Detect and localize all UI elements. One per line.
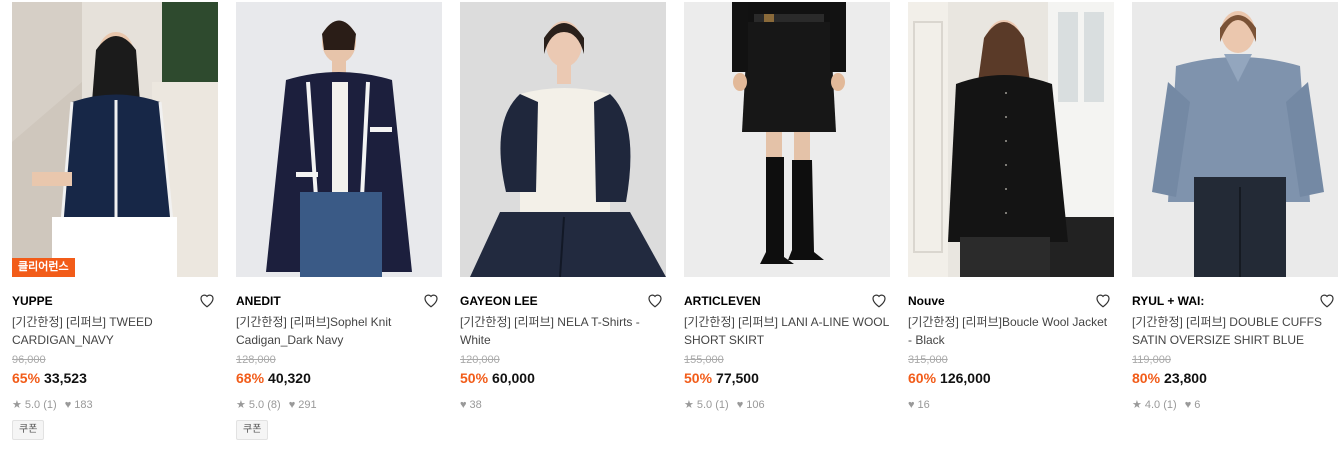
review-count: (1) <box>43 399 57 411</box>
product-brand[interactable]: YUPPE <box>12 290 218 312</box>
like-count: 6 <box>1194 399 1201 411</box>
coupon-badge: 쿠폰 <box>12 420 45 440</box>
heart-icon: ♥ <box>460 399 467 411</box>
product-photo <box>12 2 218 277</box>
discount-rate: 50% <box>460 370 489 386</box>
sale-price: 23,800 <box>1164 370 1207 386</box>
discount-rate: 80% <box>1132 370 1161 386</box>
product-photo <box>908 2 1114 277</box>
product-image[interactable] <box>1132 2 1338 277</box>
product-brand[interactable]: GAYEON LEE <box>460 290 666 312</box>
sale-price: 60,000 <box>492 370 535 386</box>
product-card[interactable]: ANEDIT [기간한정] [리퍼브]Sophel Knit Cadigan_D… <box>236 2 442 440</box>
product-photo <box>684 2 890 277</box>
wishlist-heart-icon[interactable] <box>1094 291 1112 309</box>
product-photo <box>236 2 442 277</box>
sale-price: 77,500 <box>716 370 759 386</box>
product-card[interactable]: GAYEON LEE [기간한정] [리퍼브] NELA T-Shirts - … <box>460 2 666 412</box>
heart-icon: ♥ <box>288 399 296 411</box>
original-price: 128,000 <box>236 354 276 366</box>
rating-value: 5.0 <box>696 399 713 411</box>
product-image[interactable]: 클리어런스 <box>12 2 218 277</box>
like-count: 106 <box>746 399 765 411</box>
like-count: 183 <box>74 399 93 411</box>
sale-price: 33,523 <box>44 370 87 386</box>
product-card[interactable]: ARTICLEVEN [기간한정] [리퍼브] LANI A-LINE WOOL… <box>684 2 890 412</box>
sale-price: 40,320 <box>268 370 311 386</box>
review-count: (1) <box>715 399 729 411</box>
original-price: 119,000 <box>1132 354 1171 366</box>
product-brand[interactable]: ARTICLEVEN <box>684 290 890 312</box>
product-name[interactable]: [기간한정] [리퍼브] LANI A-LINE WOOL SHORT SKIR… <box>684 313 890 349</box>
product-brand[interactable]: Nouve <box>908 290 1114 312</box>
product-card[interactable]: 클리어런스 YUPPE [기간한정] [리퍼브] TWEED CARDIGAN_… <box>12 2 218 440</box>
product-name[interactable]: [기간한정] [리퍼브]Sophel Knit Cadigan_Dark Nav… <box>236 313 442 349</box>
heart-icon: ♥ <box>736 399 744 411</box>
wishlist-heart-icon[interactable] <box>1318 291 1336 309</box>
product-photo <box>1132 2 1338 277</box>
like-count: 16 <box>917 399 930 411</box>
discount-rate: 60% <box>908 370 937 386</box>
review-count: (8) <box>267 399 281 411</box>
product-photo <box>460 2 666 277</box>
original-price: 315,000 <box>908 354 948 366</box>
clearance-badge: 클리어런스 <box>12 258 75 277</box>
wishlist-heart-icon[interactable] <box>870 291 888 309</box>
product-brand[interactable]: ANEDIT <box>236 290 442 312</box>
product-image[interactable] <box>908 2 1114 277</box>
product-card[interactable]: Nouve [기간한정] [리퍼브]Boucle Wool Jacket - B… <box>908 2 1114 412</box>
heart-icon: ♥ <box>64 399 72 411</box>
original-price: 155,000 <box>684 354 724 366</box>
original-price: 96,000 <box>12 354 46 366</box>
review-count: (1) <box>1163 399 1177 411</box>
heart-icon: ♥ <box>908 399 915 411</box>
product-name[interactable]: [기간한정] [리퍼브]Boucle Wool Jacket - Black <box>908 313 1114 349</box>
original-price: 120,000 <box>460 354 500 366</box>
star-icon: ★ <box>1132 399 1142 411</box>
product-grid: 클리어런스 YUPPE [기간한정] [리퍼브] TWEED CARDIGAN_… <box>0 0 1343 449</box>
product-name[interactable]: [기간한정] [리퍼브] DOUBLE CUFFS SATIN OVERSIZE… <box>1132 313 1338 349</box>
star-icon: ★ <box>684 399 694 411</box>
product-image[interactable] <box>460 2 666 277</box>
heart-icon: ♥ <box>1184 399 1192 411</box>
star-icon: ★ <box>12 399 22 411</box>
product-brand[interactable]: RYUL + WAI: <box>1132 290 1338 312</box>
wishlist-heart-icon[interactable] <box>646 291 664 309</box>
wishlist-heart-icon[interactable] <box>198 291 216 309</box>
product-image[interactable] <box>236 2 442 277</box>
product-name[interactable]: [기간한정] [리퍼브] TWEED CARDIGAN_NAVY <box>12 313 218 349</box>
star-icon: ★ <box>236 399 246 411</box>
rating-value: 4.0 <box>1144 399 1161 411</box>
product-image[interactable] <box>684 2 890 277</box>
product-name[interactable]: [기간한정] [리퍼브] NELA T-Shirts - White <box>460 313 666 349</box>
rating-value: 5.0 <box>24 399 41 411</box>
like-count: 38 <box>469 399 482 411</box>
discount-rate: 65% <box>12 370 41 386</box>
sale-price: 126,000 <box>940 370 991 386</box>
wishlist-heart-icon[interactable] <box>422 291 440 309</box>
discount-rate: 50% <box>684 370 713 386</box>
discount-rate: 68% <box>236 370 265 386</box>
like-count: 291 <box>298 399 317 411</box>
coupon-badge: 쿠폰 <box>236 420 269 440</box>
rating-value: 5.0 <box>248 399 265 411</box>
product-card[interactable]: RYUL + WAI: [기간한정] [리퍼브] DOUBLE CUFFS SA… <box>1132 2 1338 412</box>
